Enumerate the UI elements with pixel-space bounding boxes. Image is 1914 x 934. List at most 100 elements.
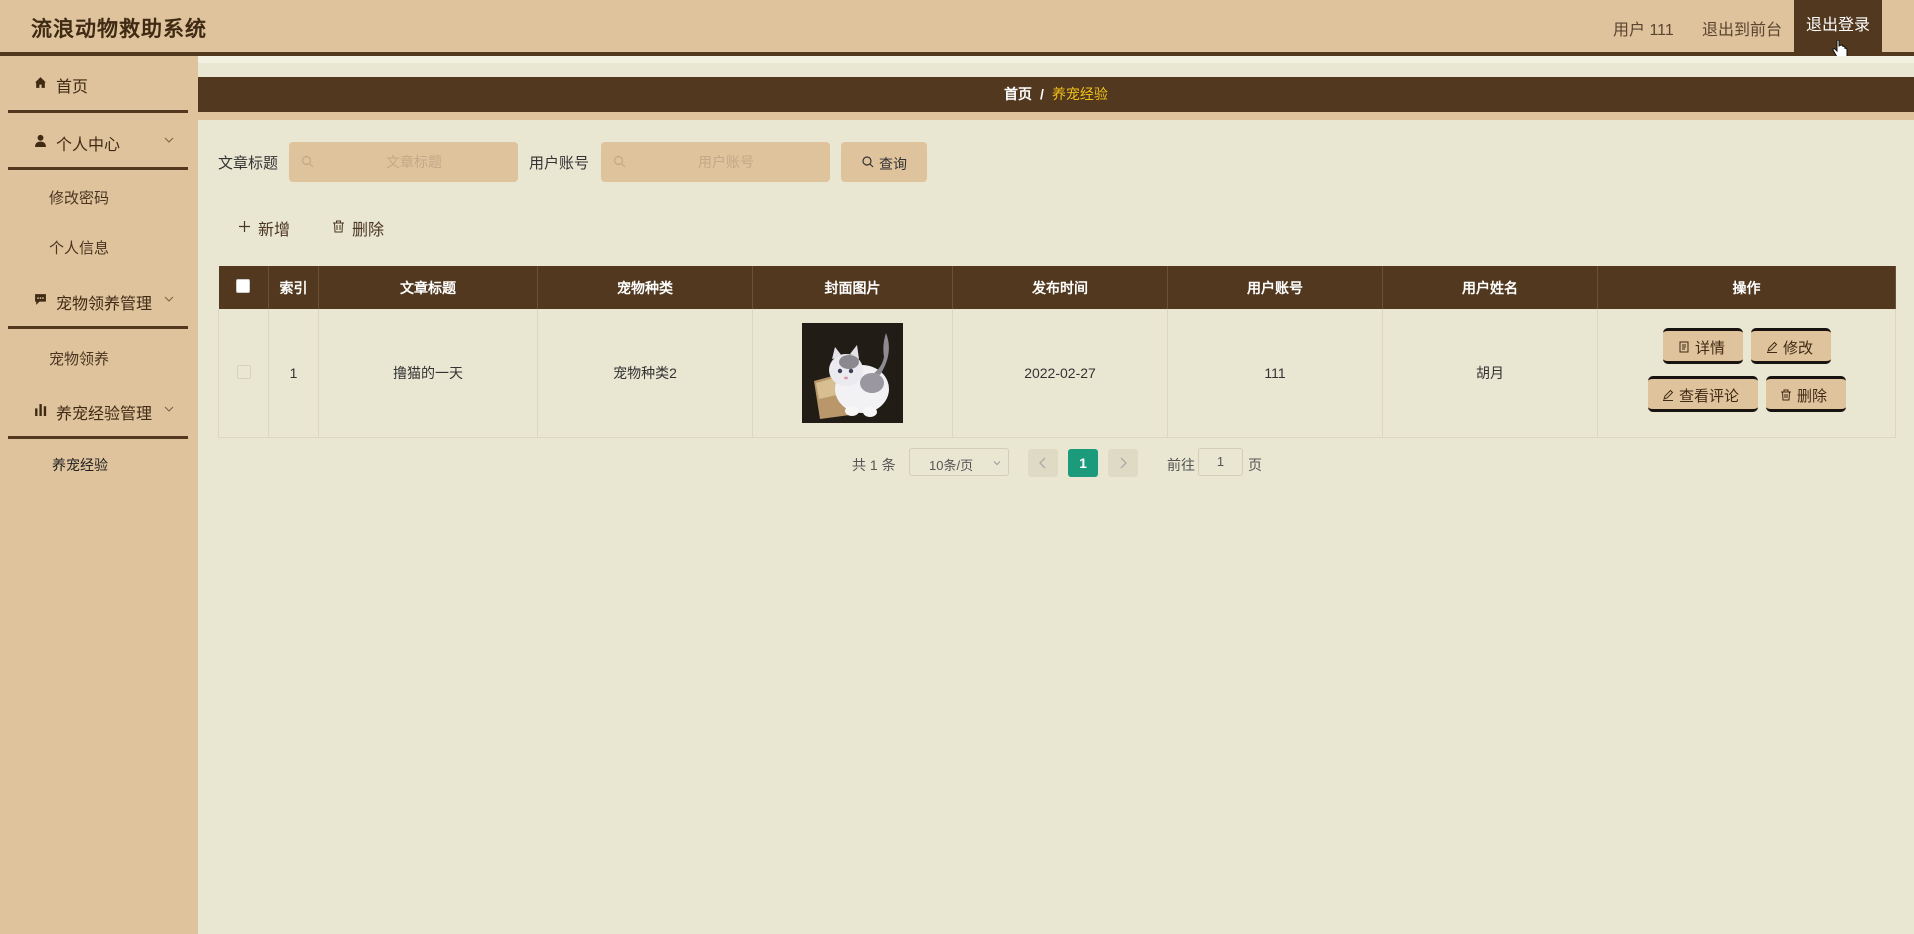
sidebar-item-label: 宠物领养管理 xyxy=(56,296,153,313)
main-content: 首页/养宠经验 文章标题 用户账号 查询 新增 删除 索引 文章 xyxy=(198,56,1914,934)
title-cell: 撸猫的一天 xyxy=(318,309,538,438)
breadcrumb-current: 养宠经验 xyxy=(1051,86,1108,102)
edit-icon xyxy=(1663,389,1674,401)
column-header: 封面图片 xyxy=(752,266,953,309)
prev-page-button[interactable] xyxy=(1028,449,1058,477)
column-header: 用户姓名 xyxy=(1382,266,1598,309)
top-header: 流浪动物救助系统 用户 111 退出到前台 退出登录 xyxy=(0,0,1914,61)
breadcrumb: 首页 / 养宠经验 xyxy=(198,77,1914,112)
query-button[interactable]: 查询 xyxy=(841,142,927,182)
edit-button-label: 修改 xyxy=(1783,340,1814,357)
sidebar-item-label: 养宠经验管理 xyxy=(56,406,153,423)
app-title: 流浪动物救助系统 xyxy=(31,18,207,41)
index-cell: 1 xyxy=(268,309,319,438)
search-icon xyxy=(301,155,314,168)
sidebar-divider xyxy=(8,110,188,113)
chevron-right-icon xyxy=(1120,457,1127,469)
sidebar-item-label: 首页 xyxy=(56,79,89,96)
sidebar-item-personal-center[interactable]: 个人中心 xyxy=(0,121,198,161)
goto-page-input[interactable]: 1 xyxy=(1198,448,1243,476)
sidebar-item-pet-experience[interactable]: 养宠经验 xyxy=(0,446,198,482)
document-icon xyxy=(1679,341,1689,353)
chat-icon xyxy=(35,294,46,305)
delete-button-label: 删除 xyxy=(352,222,385,239)
sidebar-item-change-password[interactable]: 修改密码 xyxy=(0,178,198,214)
sidebar-item-adoption-mgmt[interactable]: 宠物领养管理 xyxy=(0,280,198,320)
select-all-cell xyxy=(218,266,269,309)
front-link[interactable]: 退出到前台 xyxy=(1702,16,1782,40)
view-comments-button[interactable]: 查看评论 xyxy=(1648,376,1758,412)
sidebar-item-personal-info[interactable]: 个人信息 xyxy=(0,228,198,264)
account-search-field[interactable] xyxy=(601,142,830,182)
sidebar-item-label: 修改密码 xyxy=(49,190,110,207)
trash-icon xyxy=(333,220,344,233)
chevron-down-icon xyxy=(164,406,174,412)
title-search-field[interactable] xyxy=(289,142,518,182)
sidebar-item-label: 个人信息 xyxy=(49,240,110,257)
select-all-checkbox[interactable] xyxy=(236,279,251,293)
sidebar: 首页 个人中心 修改密码 个人信息 宠物领养管理 宠物领养 养宠经验管理 养宠经… xyxy=(0,56,198,934)
delete-button[interactable]: 删除 xyxy=(332,214,392,242)
row-select-cell xyxy=(218,309,269,438)
column-header: 用户账号 xyxy=(1167,266,1383,309)
sidebar-item-home[interactable]: 首页 xyxy=(0,63,198,103)
plus-icon xyxy=(239,221,250,232)
sidebar-divider xyxy=(8,167,188,170)
title-search-input[interactable] xyxy=(319,142,509,182)
column-header: 宠物种类 xyxy=(537,266,753,309)
detail-button[interactable]: 详情 xyxy=(1663,328,1743,364)
add-button[interactable]: 新增 xyxy=(238,214,298,242)
page-size-select[interactable]: 10条/页 xyxy=(909,448,1009,476)
bar-chart-icon xyxy=(35,404,47,416)
column-header: 发布时间 xyxy=(952,266,1168,309)
column-header: 文章标题 xyxy=(318,266,538,309)
chevron-down-icon xyxy=(164,137,174,143)
user-label: 用户 111 xyxy=(1613,22,1674,39)
breadcrumb-underline xyxy=(198,112,1914,120)
name-cell: 胡月 xyxy=(1382,309,1598,438)
title-search-label: 文章标题 xyxy=(218,155,279,172)
sidebar-item-label: 宠物领养 xyxy=(49,351,110,368)
sidebar-item-experience-mgmt[interactable]: 养宠经验管理 xyxy=(0,390,198,430)
breadcrumb-separator: / xyxy=(1040,86,1044,102)
row-delete-button-label: 删除 xyxy=(1797,388,1828,405)
row-checkbox[interactable] xyxy=(236,364,251,379)
goto-label: 前往 xyxy=(1167,457,1195,473)
cover-cell xyxy=(752,309,953,438)
column-header: 索引 xyxy=(268,266,319,309)
next-page-button[interactable] xyxy=(1108,449,1138,477)
column-header: 操作 xyxy=(1597,266,1896,309)
top-strip xyxy=(198,56,1914,63)
cat-image xyxy=(802,323,903,423)
cover-image[interactable] xyxy=(802,323,903,423)
query-button-label: 查询 xyxy=(879,156,907,172)
pagination-total: 共 1 条 xyxy=(852,457,896,473)
edit-button[interactable]: 修改 xyxy=(1751,328,1831,364)
account-search-label: 用户账号 xyxy=(529,155,590,172)
account-cell: 111 xyxy=(1167,309,1383,438)
sidebar-item-label: 养宠经验 xyxy=(52,457,108,473)
page-unit-label: 页 xyxy=(1248,457,1262,473)
chevron-left-icon xyxy=(1039,457,1046,469)
data-table: 索引 文章标题 宠物种类 封面图片 发布时间 用户账号 用户姓名 操作 1 撸猫… xyxy=(218,266,1896,438)
page-number-current[interactable]: 1 xyxy=(1068,449,1098,477)
sidebar-divider xyxy=(8,326,188,329)
pet-type-cell: 宠物种类2 xyxy=(537,309,753,438)
breadcrumb-home[interactable]: 首页 xyxy=(1004,86,1032,102)
edit-icon xyxy=(1767,341,1778,353)
chevron-down-icon xyxy=(164,296,174,302)
user-icon xyxy=(35,134,46,147)
row-delete-button[interactable]: 删除 xyxy=(1766,376,1846,412)
sidebar-divider xyxy=(8,436,188,439)
publish-time-cell: 2022-02-27 xyxy=(952,309,1168,438)
add-button-label: 新增 xyxy=(258,222,291,239)
home-icon xyxy=(35,77,46,88)
sidebar-item-label: 个人中心 xyxy=(56,137,121,154)
account-search-input[interactable] xyxy=(631,142,821,182)
search-icon xyxy=(862,156,874,168)
table-row: 1 撸猫的一天 宠物种类2 2022-02-27 111 胡月 详情 修改 查看… xyxy=(218,309,1896,438)
search-icon xyxy=(613,155,626,168)
sidebar-item-pet-adoption[interactable]: 宠物领养 xyxy=(0,339,198,375)
operations-cell: 详情 修改 查看评论 删除 xyxy=(1597,309,1896,438)
page-size-value: 10条/页 xyxy=(929,458,974,473)
